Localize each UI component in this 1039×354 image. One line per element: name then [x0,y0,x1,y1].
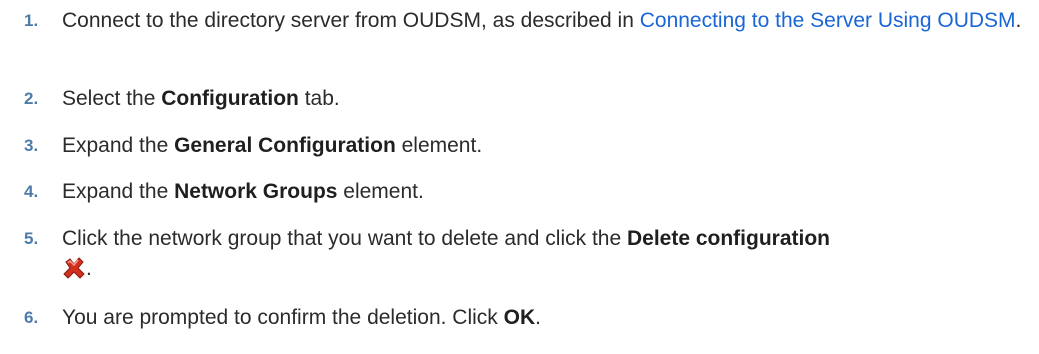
step-text-pre: Select the [62,87,162,110]
step-text: Click the network group that you want to… [62,224,1022,284]
step-text-post: element. [337,180,424,203]
step-text-pre: Expand the [62,134,175,157]
step-text-pre: Connect to the directory server from OUD… [62,9,640,32]
step-number: 5. [24,229,39,248]
step-text-pre: Expand the [62,180,175,203]
step-number: 2. [24,89,39,108]
step-number: 6. [24,308,39,327]
delete-x-icon [63,257,85,279]
ui-term: OK [503,306,536,329]
connecting-link[interactable]: Connecting to the Server Using OUDSM [640,9,1016,32]
step-text: Connect to the directory server from OUD… [62,6,1022,36]
ui-term: Configuration [161,87,299,110]
step-text-post: . [535,306,541,329]
step-text-post: element. [395,134,483,157]
step-text: Select the Configuration tab. [62,84,1022,114]
step-text-post: . [1015,9,1022,32]
step-text-pre: You are prompted to confirm the deletion… [62,306,504,329]
step-number: 3. [24,136,39,155]
step-text-pre: Click the network group that you want to… [62,227,627,250]
ui-term: Delete configuration [626,227,831,250]
step-text: You are prompted to confirm the deletion… [62,303,1022,333]
step-text-post: . [86,257,92,280]
ui-term: General Configuration [174,134,396,157]
step-text: Expand the Network Groups element. [62,177,1022,207]
step-number: 4. [24,182,39,201]
step-text-post: tab. [298,87,340,110]
step-text: Expand the General Configuration element… [62,131,1022,161]
step-number: 1. [24,11,39,30]
ui-term: Network Groups [174,180,338,203]
